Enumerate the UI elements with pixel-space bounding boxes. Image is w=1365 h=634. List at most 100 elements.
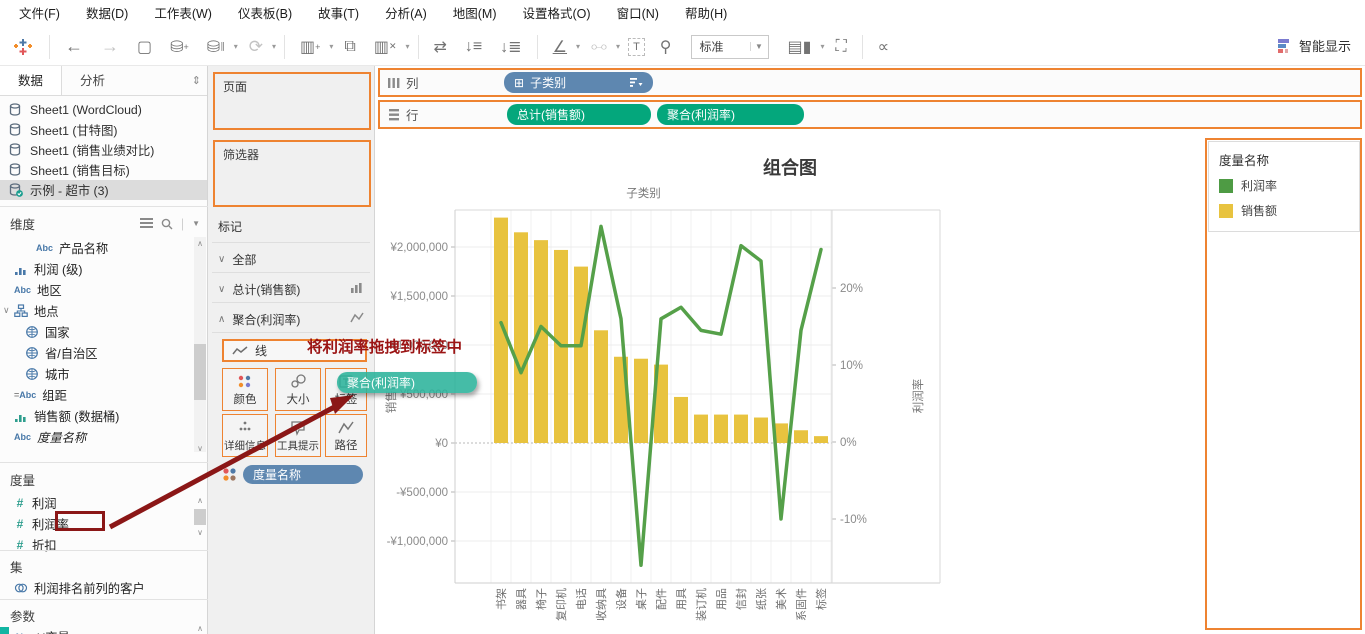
- swap-rows-columns-button[interactable]: ⇄: [425, 33, 456, 61]
- sort-descending-button[interactable]: ↓≣: [491, 33, 530, 61]
- presentation-mode-button[interactable]: ⛶: [826, 33, 855, 61]
- marks-card-row[interactable]: ∨ 全部: [208, 246, 374, 272]
- dimension-field[interactable]: ∨ 地点: [0, 300, 193, 321]
- show-mark-labels-button[interactable]: T: [628, 37, 645, 56]
- menu-item-9[interactable]: 帮助(H): [672, 0, 740, 28]
- set-field[interactable]: 利润排名前列的客户: [0, 577, 193, 598]
- menu-item-0[interactable]: 文件(F): [6, 0, 73, 28]
- marks-button-size[interactable]: 大小: [275, 368, 321, 411]
- new-datasource-button[interactable]: ⛁ +: [161, 33, 198, 61]
- expander-icon[interactable]: ∨: [3, 305, 10, 316]
- fit-selector[interactable]: 标准 ▼: [690, 34, 769, 59]
- measure-names-legend[interactable]: 度量名称 利润率 销售额: [1208, 141, 1360, 232]
- bar-标签[interactable]: [814, 436, 828, 443]
- chevron-icon[interactable]: ∨: [218, 284, 225, 295]
- measure-names-pill[interactable]: 度量名称: [243, 465, 363, 484]
- duplicate-sheet-button[interactable]: ⧉: [335, 33, 364, 61]
- measures-scrollbar-thumb[interactable]: [194, 509, 206, 525]
- legend-item[interactable]: 销售额: [1219, 202, 1359, 219]
- pages-shelf[interactable]: 页面: [213, 72, 371, 130]
- rows-shelf[interactable]: 行 总计(销售额) 聚合(利润率): [378, 100, 1362, 129]
- bar-信封[interactable]: [734, 414, 748, 443]
- scroll-down-icon[interactable]: ∨: [194, 444, 206, 453]
- bar-系固件[interactable]: [794, 430, 808, 443]
- marks-button-tooltip[interactable]: 工具提示: [275, 414, 321, 457]
- highlight-button[interactable]: ∠: [544, 33, 576, 61]
- chevron-icon[interactable]: ∨: [218, 254, 225, 265]
- bar-装订机[interactable]: [694, 414, 708, 443]
- show-me-button[interactable]: 智能显示: [1277, 36, 1351, 55]
- data-source-item[interactable]: 示例 - 超市 (3): [0, 180, 207, 200]
- redo-button[interactable]: →: [92, 33, 128, 61]
- menu-item-3[interactable]: 仪表板(B): [225, 0, 305, 28]
- scroll-up-icon[interactable]: ∧: [194, 239, 206, 248]
- pause-updates-button[interactable]: ⛁ ∥: [198, 33, 234, 61]
- data-source-item[interactable]: Sheet1 (销售业绩对比): [0, 140, 207, 160]
- data-source-item[interactable]: Sheet1 (WordCloud): [0, 100, 207, 120]
- clear-sheet-button[interactable]: ▥ ✕: [365, 33, 406, 61]
- row-pill[interactable]: 总计(销售额): [507, 104, 651, 125]
- chevron-icon[interactable]: ∧: [218, 314, 225, 325]
- refresh-button[interactable]: ⟳: [240, 33, 272, 61]
- pane-swap-icon[interactable]: ⇕: [192, 66, 207, 95]
- marks-button-path[interactable]: 路径: [325, 414, 367, 457]
- share-button[interactable]: ∝: [869, 33, 898, 61]
- column-pill[interactable]: ⊞ 子类别: [504, 72, 653, 93]
- expand-icon[interactable]: ⊞: [514, 76, 524, 90]
- measure-field[interactable]: # 利润: [0, 492, 193, 513]
- dimension-field[interactable]: Abc 度量名称: [0, 426, 193, 447]
- fit-selector-caret[interactable]: ▼: [749, 42, 768, 51]
- menu-item-5[interactable]: 分析(A): [372, 0, 440, 28]
- tab-analytics[interactable]: 分析: [62, 66, 123, 95]
- new-worksheet-button[interactable]: ▥ +: [291, 33, 329, 61]
- menu-item-7[interactable]: 设置格式(O): [510, 0, 604, 28]
- parameter-field[interactable]: AbcX变量: [0, 626, 193, 634]
- dragged-pill[interactable]: 聚合(利润率): [337, 372, 477, 393]
- sort-descending-icon[interactable]: [630, 77, 643, 88]
- measure-field[interactable]: # 折扣: [0, 534, 193, 555]
- menu-item-8[interactable]: 窗口(N): [604, 0, 672, 28]
- menu-item-1[interactable]: 数据(D): [73, 0, 141, 28]
- combo-chart[interactable]: ¥2,000,000¥1,500,000¥1,000,000¥500,000¥0…: [375, 136, 1205, 634]
- marks-button-color[interactable]: 颜色: [222, 368, 268, 411]
- dimension-field[interactable]: Abc 产品名称: [0, 237, 193, 258]
- group-members-button[interactable]: ⧟: [582, 33, 616, 61]
- menu-item-6[interactable]: 地图(M): [440, 0, 510, 28]
- refresh-caret[interactable]: ▾: [272, 42, 278, 51]
- marks-card-row[interactable]: ∧ 聚合(利润率): [208, 306, 374, 332]
- bar-收纳具[interactable]: [594, 330, 608, 443]
- save-button[interactable]: ▢: [128, 33, 161, 61]
- data-source-item[interactable]: Sheet1 (甘特图): [0, 120, 207, 140]
- marks-button-detail[interactable]: 详细信息: [222, 414, 268, 457]
- dimension-field[interactable]: =Abc 组距: [0, 384, 193, 405]
- search-icon[interactable]: [161, 218, 173, 230]
- row-pill[interactable]: 聚合(利润率): [657, 104, 804, 125]
- dimension-field[interactable]: 销售额 (数据桶): [0, 405, 193, 426]
- dimensions-scrollbar-thumb[interactable]: [194, 344, 206, 400]
- dimensions-menu-caret[interactable]: ▼: [192, 219, 200, 228]
- legend-item[interactable]: 利润率: [1219, 177, 1359, 194]
- dimension-field[interactable]: 城市: [0, 363, 193, 384]
- dimension-field[interactable]: Abc 地区: [0, 279, 193, 300]
- scroll-up-icon[interactable]: ∧: [194, 496, 206, 505]
- columns-shelf[interactable]: 列 ⊞ 子类别: [378, 68, 1362, 97]
- fix-axes-button[interactable]: ⚲: [651, 33, 681, 61]
- show-me-small-button[interactable]: ▤▮: [779, 33, 821, 61]
- data-source-item[interactable]: Sheet1 (销售目标): [0, 160, 207, 180]
- dimension-field[interactable]: 国家: [0, 321, 193, 342]
- group-caret[interactable]: ▾: [616, 42, 622, 51]
- filters-shelf[interactable]: 筛选器: [213, 140, 371, 207]
- clear-sheet-caret[interactable]: ▾: [406, 42, 412, 51]
- marks-card-row[interactable]: ∨ 总计(销售额): [208, 276, 374, 302]
- bar-器具[interactable]: [514, 232, 528, 443]
- tab-data[interactable]: 数据: [0, 66, 63, 95]
- menu-item-4[interactable]: 故事(T): [305, 0, 372, 28]
- dimension-field[interactable]: 利润 (级): [0, 258, 193, 279]
- bar-用品[interactable]: [714, 414, 728, 443]
- bar-桌子[interactable]: [634, 358, 648, 443]
- menu-item-2[interactable]: 工作表(W): [141, 0, 225, 28]
- bar-电话[interactable]: [574, 266, 588, 443]
- dimension-field[interactable]: 省/自治区: [0, 342, 193, 363]
- scroll-down-icon[interactable]: ∨: [194, 528, 206, 537]
- view-as-list-icon[interactable]: [139, 218, 153, 229]
